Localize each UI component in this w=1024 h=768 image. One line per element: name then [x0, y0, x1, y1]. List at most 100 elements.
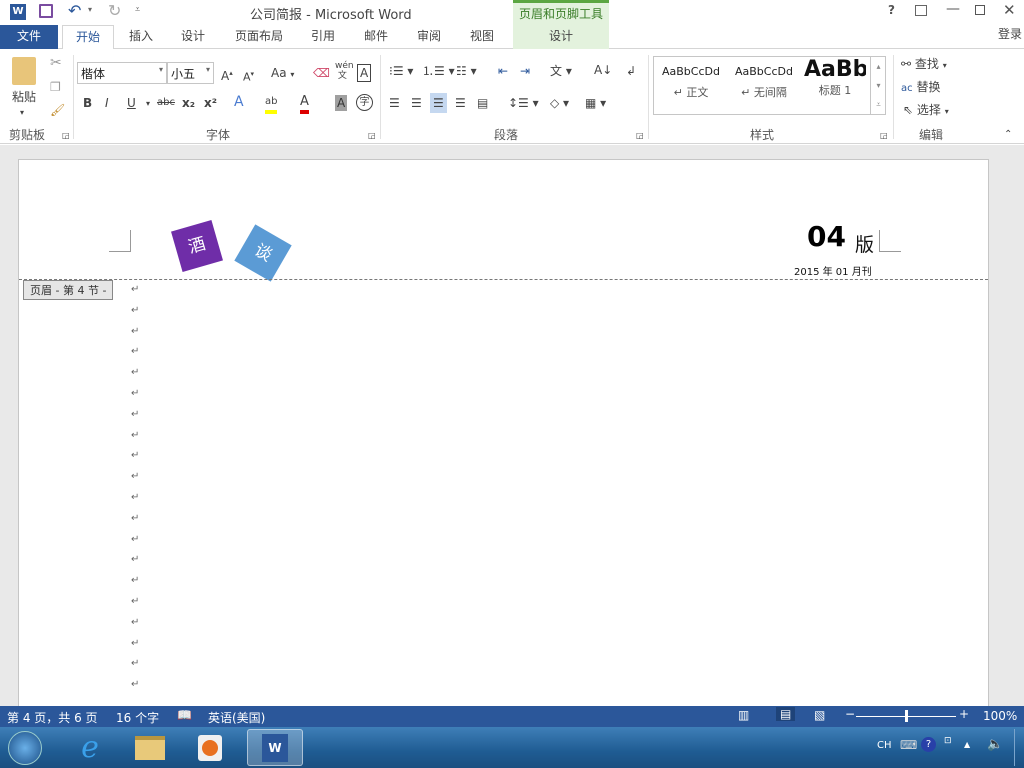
signin-link[interactable]: 登录	[995, 23, 1024, 47]
restore-button[interactable]	[975, 5, 985, 15]
internet-explorer-icon[interactable]: e	[65, 729, 115, 766]
media-player-icon[interactable]	[185, 729, 235, 766]
multilevel-list-icon[interactable]: ☷ ▾	[456, 63, 477, 79]
paste-dropdown-icon[interactable]: ▾	[20, 105, 24, 121]
cut-icon[interactable]: ✂	[50, 55, 62, 71]
read-mode-icon[interactable]: ▥	[738, 708, 749, 722]
tab-header-footer-design[interactable]: 设计	[513, 25, 609, 49]
character-border-button[interactable]: A	[357, 64, 372, 82]
help-tray-icon[interactable]: ?	[921, 737, 936, 752]
style-no-spacing[interactable]: AaBbCcDd ↵ 无间隔	[728, 65, 800, 100]
tab-file[interactable]: 文件	[0, 25, 58, 49]
zoom-slider-thumb[interactable]	[905, 710, 908, 722]
align-right-icon[interactable]: ☰	[430, 93, 447, 113]
subscript-button[interactable]: x₂	[182, 95, 195, 111]
logo-tile-tan[interactable]: 谈	[234, 224, 292, 282]
web-layout-icon[interactable]: ▧	[814, 708, 825, 722]
close-button[interactable]: ✕	[1003, 1, 1016, 19]
justify-icon[interactable]: ☰	[455, 95, 466, 111]
increase-indent-icon[interactable]: ⇥	[520, 63, 530, 79]
zoom-out-button[interactable]: −	[845, 707, 855, 721]
superscript-button[interactable]: x²	[204, 95, 217, 111]
show-marks-icon[interactable]: ↲	[626, 63, 636, 79]
enclose-characters-button[interactable]: 字	[356, 94, 373, 111]
tab-view[interactable]: 视图	[461, 25, 503, 49]
keyboard-icon[interactable]: ⌨	[900, 738, 917, 752]
zoom-level[interactable]: 100%	[983, 709, 1017, 723]
styles-scroll[interactable]: ▴ ▾ ⩡	[870, 57, 886, 114]
distributed-icon[interactable]: ▤	[477, 95, 488, 111]
paste-icon[interactable]	[12, 57, 36, 85]
save-icon[interactable]	[39, 4, 53, 18]
select-button[interactable]: ⇖ 选择 ▾	[903, 102, 949, 120]
underline-button[interactable]: U	[127, 95, 136, 111]
shading-icon[interactable]: ◇ ▾	[550, 95, 569, 111]
show-desktop-button[interactable]	[1014, 729, 1024, 766]
asian-layout-icon[interactable]: 文 ▾	[550, 63, 572, 79]
customize-qat-icon[interactable]: ⩡	[135, 5, 140, 15]
word-count[interactable]: 16 个字	[116, 709, 159, 726]
character-shading-button[interactable]: A	[335, 95, 348, 111]
show-hidden-icons[interactable]: ▲	[964, 740, 970, 749]
replace-button[interactable]: ac 替换	[901, 79, 940, 97]
tab-design[interactable]: 设计	[172, 25, 214, 49]
page[interactable]: 酒 谈 04 版 2015 年 01 月刊 页眉 - 第 4 节 - ↵ ↵ ↵ ↵ ↵…	[18, 159, 989, 719]
word-app-icon[interactable]: W	[10, 4, 26, 20]
grow-font-icon[interactable]: A▴	[221, 65, 233, 84]
strikethrough-button[interactable]: abc	[157, 95, 175, 111]
minimize-button[interactable]: —	[946, 1, 960, 17]
vertical-scrollbar[interactable]	[1006, 145, 1024, 706]
font-name-select[interactable]: 楷体 ▾	[77, 62, 167, 84]
help-button[interactable]: ?	[888, 3, 895, 17]
bullets-icon[interactable]: ⁝☰ ▾	[389, 63, 413, 79]
line-spacing-icon[interactable]: ↕☰ ▾	[508, 95, 539, 111]
find-button[interactable]: ⚯ 查找 ▾	[901, 56, 947, 74]
copy-icon[interactable]: ❐	[50, 79, 61, 95]
ribbon-display-options-button[interactable]	[915, 5, 927, 16]
style-normal[interactable]: AaBbCcDd ↵ 正文	[656, 65, 726, 100]
start-button[interactable]	[0, 729, 50, 766]
tab-home[interactable]: 开始	[62, 25, 114, 50]
undo-dropdown-icon[interactable]: ▾	[88, 5, 92, 14]
undo-icon[interactable]: ↶	[68, 1, 81, 20]
clipboard-launcher-icon[interactable]: ◲	[62, 128, 70, 144]
decrease-indent-icon[interactable]: ⇤	[498, 63, 508, 79]
tab-references[interactable]: 引用	[302, 25, 344, 49]
bold-button[interactable]: B	[83, 95, 92, 111]
input-language[interactable]: CH	[877, 740, 892, 751]
highlight-color-icon[interactable]: ab	[265, 94, 278, 114]
page-count[interactable]: 第 4 页，共 6 页	[7, 709, 98, 726]
borders-icon[interactable]: ▦ ▾	[585, 95, 606, 111]
align-center-icon[interactable]: ☰	[411, 95, 422, 111]
text-effects-icon[interactable]: A	[234, 94, 244, 110]
clear-formatting-icon[interactable]: ⌫	[313, 65, 330, 81]
sort-icon[interactable]: A↓	[594, 62, 612, 78]
collapse-ribbon-icon[interactable]: ⌃	[1004, 127, 1012, 143]
language[interactable]: 英语(美国)	[208, 709, 265, 726]
proofing-icon[interactable]: 📖	[177, 708, 192, 722]
font-color-icon[interactable]: A	[300, 94, 309, 114]
font-size-select[interactable]: 小五 ▾	[167, 62, 214, 84]
paragraph-launcher-icon[interactable]: ◲	[636, 128, 644, 144]
style-heading-1[interactable]: AaBb 标题 1	[804, 57, 866, 98]
tab-insert[interactable]: 插入	[120, 25, 162, 49]
align-left-icon[interactable]: ☰	[389, 95, 400, 111]
volume-icon[interactable]: 🔈	[987, 737, 1003, 752]
styles-launcher-icon[interactable]: ◲	[880, 128, 888, 144]
font-launcher-icon[interactable]: ◲	[368, 128, 376, 144]
format-painter-icon[interactable]: 🖌	[50, 102, 65, 118]
italic-button[interactable]: I	[105, 95, 109, 111]
redo-icon[interactable]: ↻	[108, 1, 121, 20]
tab-review[interactable]: 审阅	[408, 25, 450, 49]
tab-mailings[interactable]: 邮件	[355, 25, 397, 49]
underline-dropdown-icon[interactable]: ▾	[146, 96, 150, 112]
numbering-icon[interactable]: ⒈☰ ▾	[422, 63, 455, 79]
phonetic-guide-button[interactable]: wén 文	[335, 61, 354, 81]
shrink-font-icon[interactable]: A▾	[243, 66, 254, 86]
file-explorer-icon[interactable]	[125, 729, 175, 766]
tab-page-layout[interactable]: 页面布局	[226, 25, 292, 49]
logo-tile-jiu[interactable]: 酒	[171, 220, 223, 272]
paste-button[interactable]: 粘贴	[12, 89, 36, 105]
word-taskbar-icon[interactable]: W	[247, 729, 303, 766]
ime-options-icon[interactable]: ⊡	[944, 736, 952, 746]
